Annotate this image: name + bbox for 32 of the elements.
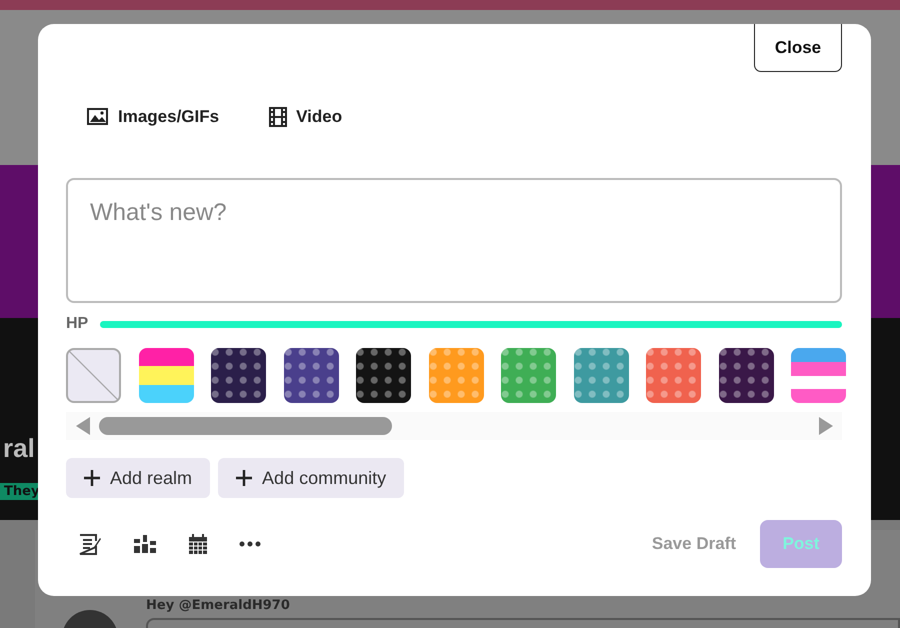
pattern-swatch[interactable]	[284, 348, 338, 403]
video-tab[interactable]: Video	[269, 110, 342, 124]
swatch-scrollbar[interactable]	[66, 412, 842, 440]
close-button[interactable]: Close	[754, 24, 842, 72]
more-icon[interactable]	[239, 541, 261, 547]
post-text-field[interactable]: What's new?	[66, 178, 842, 303]
add-community-button[interactable]: Add community	[218, 458, 404, 498]
calendar-icon[interactable]	[188, 533, 208, 555]
pattern-swatch[interactable]	[574, 348, 628, 403]
note-edit-icon[interactable]	[78, 533, 102, 555]
plus-icon	[236, 470, 252, 486]
image-icon	[87, 108, 109, 126]
hp-label: HP	[66, 315, 88, 333]
no-theme-swatch[interactable]	[66, 348, 121, 403]
pattern-swatch[interactable]	[356, 348, 411, 403]
add-realm-button[interactable]: Add realm	[66, 458, 210, 498]
plus-icon	[84, 470, 100, 486]
scroll-thumb[interactable]	[99, 417, 392, 435]
pattern-swatch[interactable]	[428, 348, 484, 403]
stripe-swatch[interactable]	[791, 348, 846, 403]
pattern-swatch[interactable]	[718, 348, 774, 403]
ranking-icon[interactable]	[133, 534, 157, 554]
pattern-swatch[interactable]	[211, 348, 266, 403]
stripe-swatch[interactable]	[138, 348, 194, 403]
film-icon	[269, 107, 288, 127]
comment-text: Hey @EmeraldH970	[146, 598, 290, 613]
scroll-right-icon[interactable]	[818, 416, 834, 436]
pattern-swatch[interactable]	[501, 348, 556, 403]
pattern-swatch[interactable]	[646, 348, 701, 403]
scroll-left-icon[interactable]	[75, 416, 91, 436]
profile-name: ral	[3, 433, 36, 463]
images-tab[interactable]: Images/GIFs	[87, 110, 220, 124]
